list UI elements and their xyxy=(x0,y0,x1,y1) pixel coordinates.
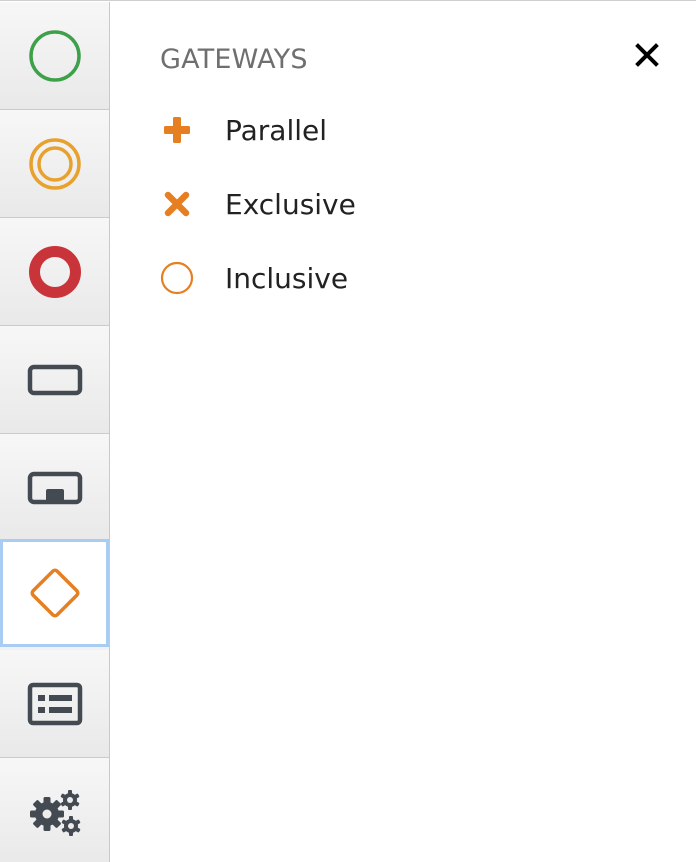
palette-settings[interactable] xyxy=(0,758,109,862)
palette-gateway[interactable] xyxy=(0,539,109,647)
gateway-item-label: Parallel xyxy=(225,113,328,147)
rectangle-marker-icon xyxy=(27,471,82,504)
palette-data-object[interactable] xyxy=(0,650,109,758)
panel-title: GATEWAYS xyxy=(160,44,308,75)
palette-start-event[interactable] xyxy=(0,2,109,110)
close-icon xyxy=(635,43,659,67)
palette-end-event[interactable] xyxy=(0,218,109,326)
gateways-panel: GATEWAYS Parallel Exclusive Inclusive xyxy=(110,2,696,862)
x-icon xyxy=(154,181,200,227)
plus-icon xyxy=(154,107,200,153)
gateway-item-parallel[interactable]: Parallel xyxy=(154,105,554,155)
double-circle-icon xyxy=(28,137,81,190)
diamond-icon xyxy=(29,568,80,618)
palette-subprocess[interactable] xyxy=(0,434,109,542)
list-icon xyxy=(27,682,82,725)
palette-intermediate-event[interactable] xyxy=(0,110,109,218)
gateway-item-inclusive[interactable]: Inclusive xyxy=(154,253,554,303)
gears-icon xyxy=(29,789,80,836)
rectangle-icon xyxy=(27,364,82,395)
gateway-item-label: Inclusive xyxy=(225,261,349,295)
circle-thin-icon xyxy=(28,29,81,82)
gateway-item-exclusive[interactable]: Exclusive xyxy=(154,179,554,229)
app-frame: GATEWAYS Parallel Exclusive Inclusive xyxy=(0,0,696,862)
circle-icon xyxy=(154,255,200,301)
palette-sidebar xyxy=(0,2,110,862)
circle-thick-icon xyxy=(28,245,81,298)
close-button[interactable] xyxy=(630,38,664,72)
gateway-item-label: Exclusive xyxy=(225,187,356,221)
palette-task[interactable] xyxy=(0,326,109,434)
